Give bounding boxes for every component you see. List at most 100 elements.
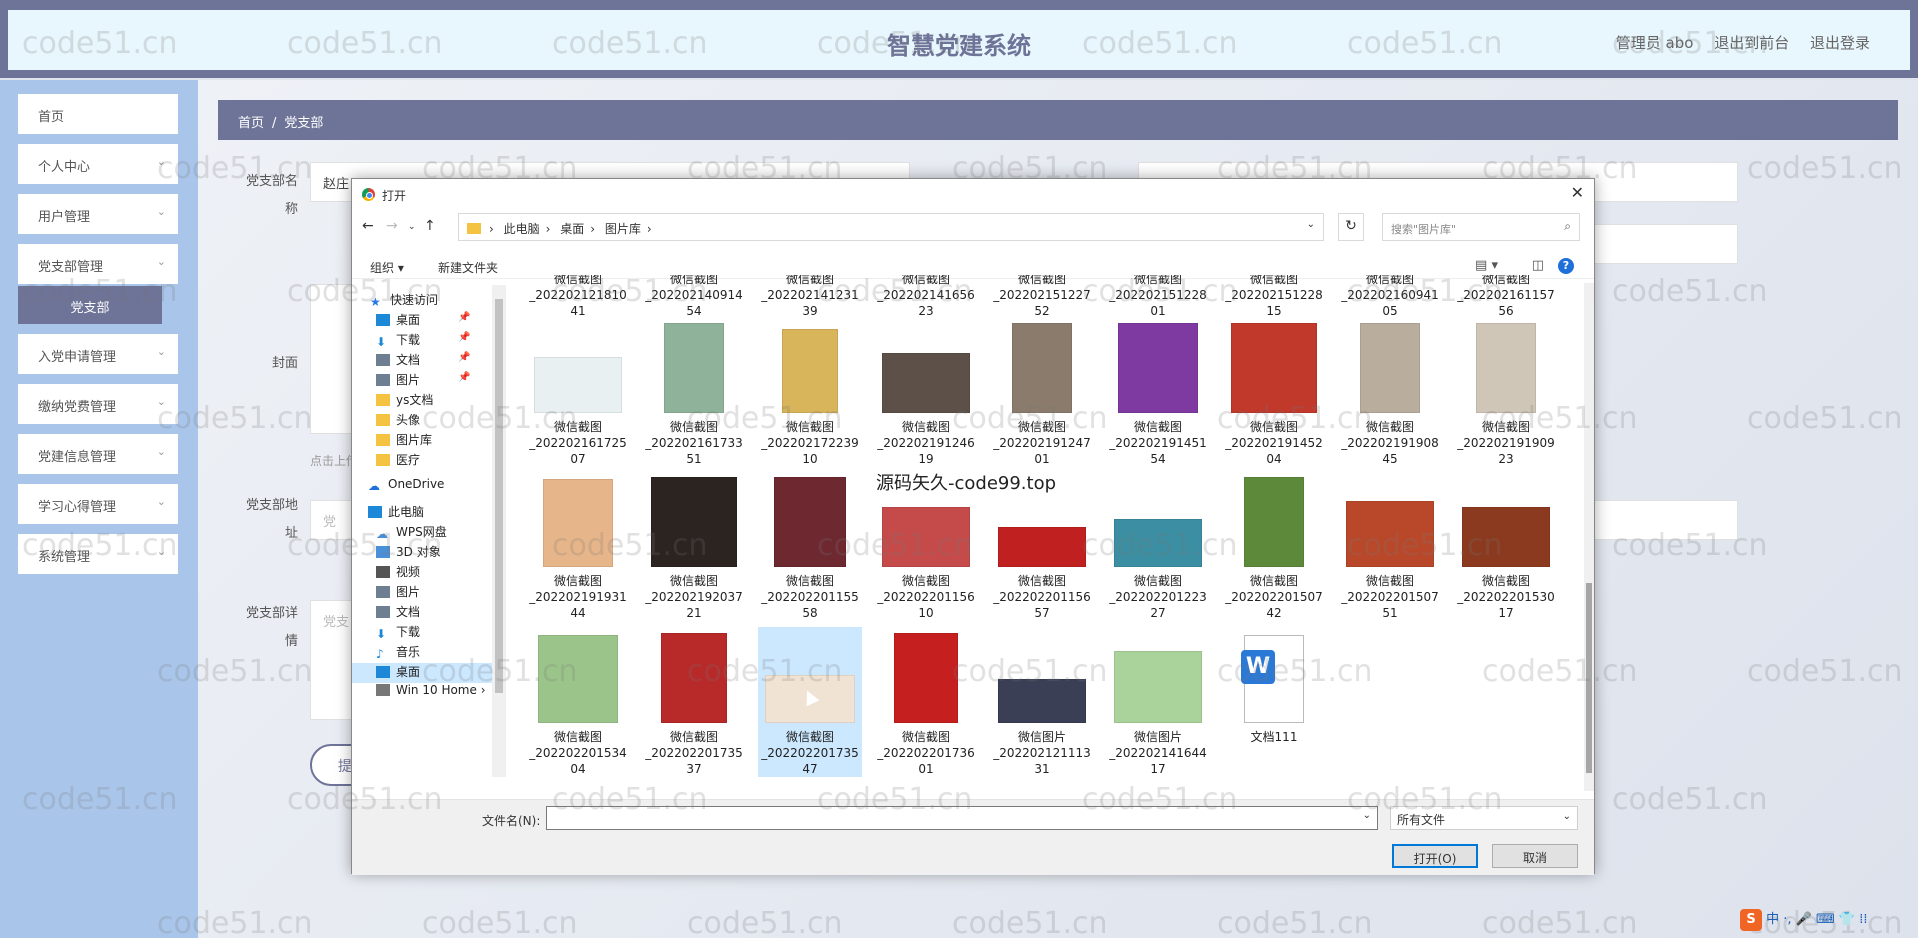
nav-item[interactable]: 此电脑 (352, 503, 492, 523)
back-icon[interactable]: ← (362, 218, 374, 234)
file-item[interactable]: 微信截图 _202202191246 19 (874, 317, 978, 467)
up-icon[interactable]: ↑ (424, 218, 436, 234)
nav-item[interactable]: Win 10 Home › (352, 683, 492, 703)
file-item[interactable]: 微信截图 _202202201534 04 (526, 627, 630, 777)
document-icon: W (1241, 635, 1304, 723)
sidebar-item-info[interactable]: 党建信息管理 ⌄ (18, 434, 178, 474)
nav-item[interactable]: 头像 (352, 411, 492, 431)
grid-scroll-thumb[interactable] (1586, 583, 1592, 773)
file-item[interactable]: 微信截图 _202202191452 04 (1222, 317, 1326, 467)
path-segment[interactable]: 此电脑 (504, 222, 540, 236)
help-icon[interactable]: ? (1558, 258, 1574, 274)
file-item[interactable]: W 文档111 (1222, 627, 1326, 777)
front-link[interactable]: 退出到前台 (1714, 34, 1789, 52)
nav-item[interactable]: 3D 对象 (352, 543, 492, 563)
chevron-down-icon: ⌄ (1562, 811, 1571, 822)
search-input[interactable]: 搜索"图片库" ⌕ (1382, 213, 1580, 241)
new-folder-button[interactable]: 新建文件夹 (438, 259, 498, 276)
path-segment[interactable]: 桌面 (560, 222, 584, 236)
sidebar-sub-branch[interactable]: 党支部 (18, 286, 162, 324)
nav-item[interactable]: 图片 📌 (352, 371, 492, 391)
file-item[interactable]: 微信截图 _202202141656 23 (874, 275, 978, 318)
sidebar-item-profile[interactable]: 个人中心 ⌄ (18, 144, 178, 184)
nav-item[interactable]: 图片库 (352, 431, 492, 451)
nav-item[interactable]: 桌面 📌 (352, 311, 492, 331)
path-segment[interactable]: 图片库 (605, 222, 641, 236)
file-item[interactable]: 微信图片 _202202121113 31 (990, 627, 1094, 777)
sidebar-item-home[interactable]: 首页 (18, 94, 178, 134)
file-item[interactable]: 微信截图 _202202191908 45 (1338, 317, 1442, 467)
nav-item[interactable]: ⬇ 下载 📌 (352, 331, 492, 351)
nav-item[interactable]: ⬇ 下载 (352, 623, 492, 643)
sidebar-item-branch[interactable]: 党支部管理 ⌄ (18, 244, 178, 284)
address-bar[interactable]: › 此电脑 › 桌面 › 图片库 › ⌄ (458, 213, 1324, 241)
nav-scroll-thumb[interactable] (495, 299, 503, 693)
pin-icon[interactable]: 📌 (458, 352, 470, 363)
file-thumbnail (1460, 475, 1552, 567)
nav-item[interactable]: ☁ OneDrive (352, 477, 492, 497)
file-item[interactable]: 微信截图 _202202172239 10 (758, 317, 862, 467)
sidebar-item-users[interactable]: 用户管理 ⌄ (18, 194, 178, 234)
file-item[interactable]: 微信截图 _202202140914 54 (642, 275, 746, 318)
nav-item[interactable]: 视频 (352, 563, 492, 583)
sidebar-item-application[interactable]: 入党申请管理 ⌄ (18, 334, 178, 374)
organize-button[interactable]: 组织 ▾ (370, 259, 404, 276)
file-item[interactable]: 微信截图 _202202201223 27 (1106, 471, 1210, 621)
recent-dropdown-icon[interactable]: ⌄ (408, 222, 416, 232)
logout-link[interactable]: 退出登录 (1810, 34, 1870, 52)
pin-icon[interactable]: 📌 (458, 332, 470, 343)
chevron-down-icon[interactable]: ⌄ (1363, 810, 1371, 821)
nav-item[interactable]: ys文档 (352, 391, 492, 411)
ime-tray[interactable]: S 中 ·, 🎤 ⌨ 👕 ⁞⁞ (1740, 908, 1916, 936)
file-item[interactable]: 微信截图 _202202151227 52 (990, 275, 1094, 318)
nav-item[interactable]: 医疗 (352, 451, 492, 471)
file-item[interactable]: 微信截图 _202202191247 01 (990, 317, 1094, 467)
grid-scrollbar[interactable] (1584, 283, 1594, 791)
sidebar-item-study[interactable]: 学习心得管理 ⌄ (18, 484, 178, 524)
refresh-icon[interactable]: ↻ (1338, 213, 1364, 241)
file-item[interactable]: 微信截图 _202202191909 23 (1454, 317, 1558, 467)
file-item[interactable]: 微信截图 _202202161157 56 (1454, 275, 1558, 318)
preview-pane-icon[interactable]: ◫ (1532, 258, 1544, 273)
file-item[interactable]: 微信图片 _202202141644 17 (1106, 627, 1210, 777)
breadcrumb-home[interactable]: 首页 (238, 116, 264, 131)
nav-item[interactable]: ♪ 音乐 (352, 643, 492, 663)
sidebar-item-label: 党建信息管理 (38, 450, 117, 465)
file-item[interactable]: 微信截图 _202202161733 51 (642, 317, 746, 467)
sidebar-item-dues[interactable]: 缴纳党费管理 ⌄ (18, 384, 178, 424)
file-item[interactable]: 微信截图 _202202201735 37 (642, 627, 746, 777)
filetype-select[interactable]: 所有文件 ⌄ (1390, 806, 1578, 830)
file-item[interactable]: 微信截图 _202202201736 01 (874, 627, 978, 777)
file-item[interactable]: 微信截图 _202202201530 17 (1454, 471, 1558, 621)
nav-item[interactable]: ☁ WPS网盘 (352, 523, 492, 543)
star-icon: ★ (370, 295, 381, 309)
file-item[interactable]: 微信截图 _202202160941 05 (1338, 275, 1442, 318)
forward-icon[interactable]: → (386, 218, 398, 234)
pin-icon[interactable]: 📌 (458, 312, 470, 323)
file-item[interactable]: 微信截图 _202202201155 58 (758, 471, 862, 621)
filename-input[interactable]: ⌄ (546, 806, 1378, 830)
cancel-button[interactable]: 取消 (1492, 844, 1578, 868)
nav-item[interactable]: 文档 (352, 603, 492, 623)
file-item[interactable]: 微信截图 _202202201507 51 (1338, 471, 1442, 621)
nav-item[interactable]: 图片 (352, 583, 492, 603)
file-item[interactable]: 微信截图 _202202141231 39 (758, 275, 862, 318)
sidebar-item-system[interactable]: 系统管理 ⌄ (18, 534, 178, 574)
file-item[interactable]: 微信截图 _202202121810 41 (526, 275, 630, 318)
nav-scrollbar[interactable] (492, 285, 506, 777)
file-item[interactable]: 微信截图 _202202192037 21 (642, 471, 746, 621)
file-item[interactable]: 微信截图 _202202191451 54 (1106, 317, 1210, 467)
file-item[interactable]: 微信截图 _202202151228 15 (1222, 275, 1326, 318)
view-options-icon[interactable]: ▤ ▾ (1475, 258, 1498, 273)
file-item[interactable]: 微信截图 _202202161725 07 (526, 317, 630, 467)
open-button[interactable]: 打开(O) (1392, 844, 1478, 868)
file-item[interactable]: 微信截图 _202202191931 44 (526, 471, 630, 621)
nav-item[interactable]: 桌面 (352, 663, 492, 683)
nav-item[interactable]: 文档 📌 (352, 351, 492, 371)
chevron-down-icon[interactable]: ⌄ (1307, 219, 1315, 230)
file-item[interactable]: 微信截图 _202202201507 42 (1222, 471, 1326, 621)
close-icon[interactable]: ✕ (1571, 183, 1584, 202)
file-item[interactable]: 微信截图 _202202151228 01 (1106, 275, 1210, 318)
nav-item[interactable]: ★ 快速访问 (352, 291, 492, 311)
pin-icon[interactable]: 📌 (458, 372, 470, 383)
